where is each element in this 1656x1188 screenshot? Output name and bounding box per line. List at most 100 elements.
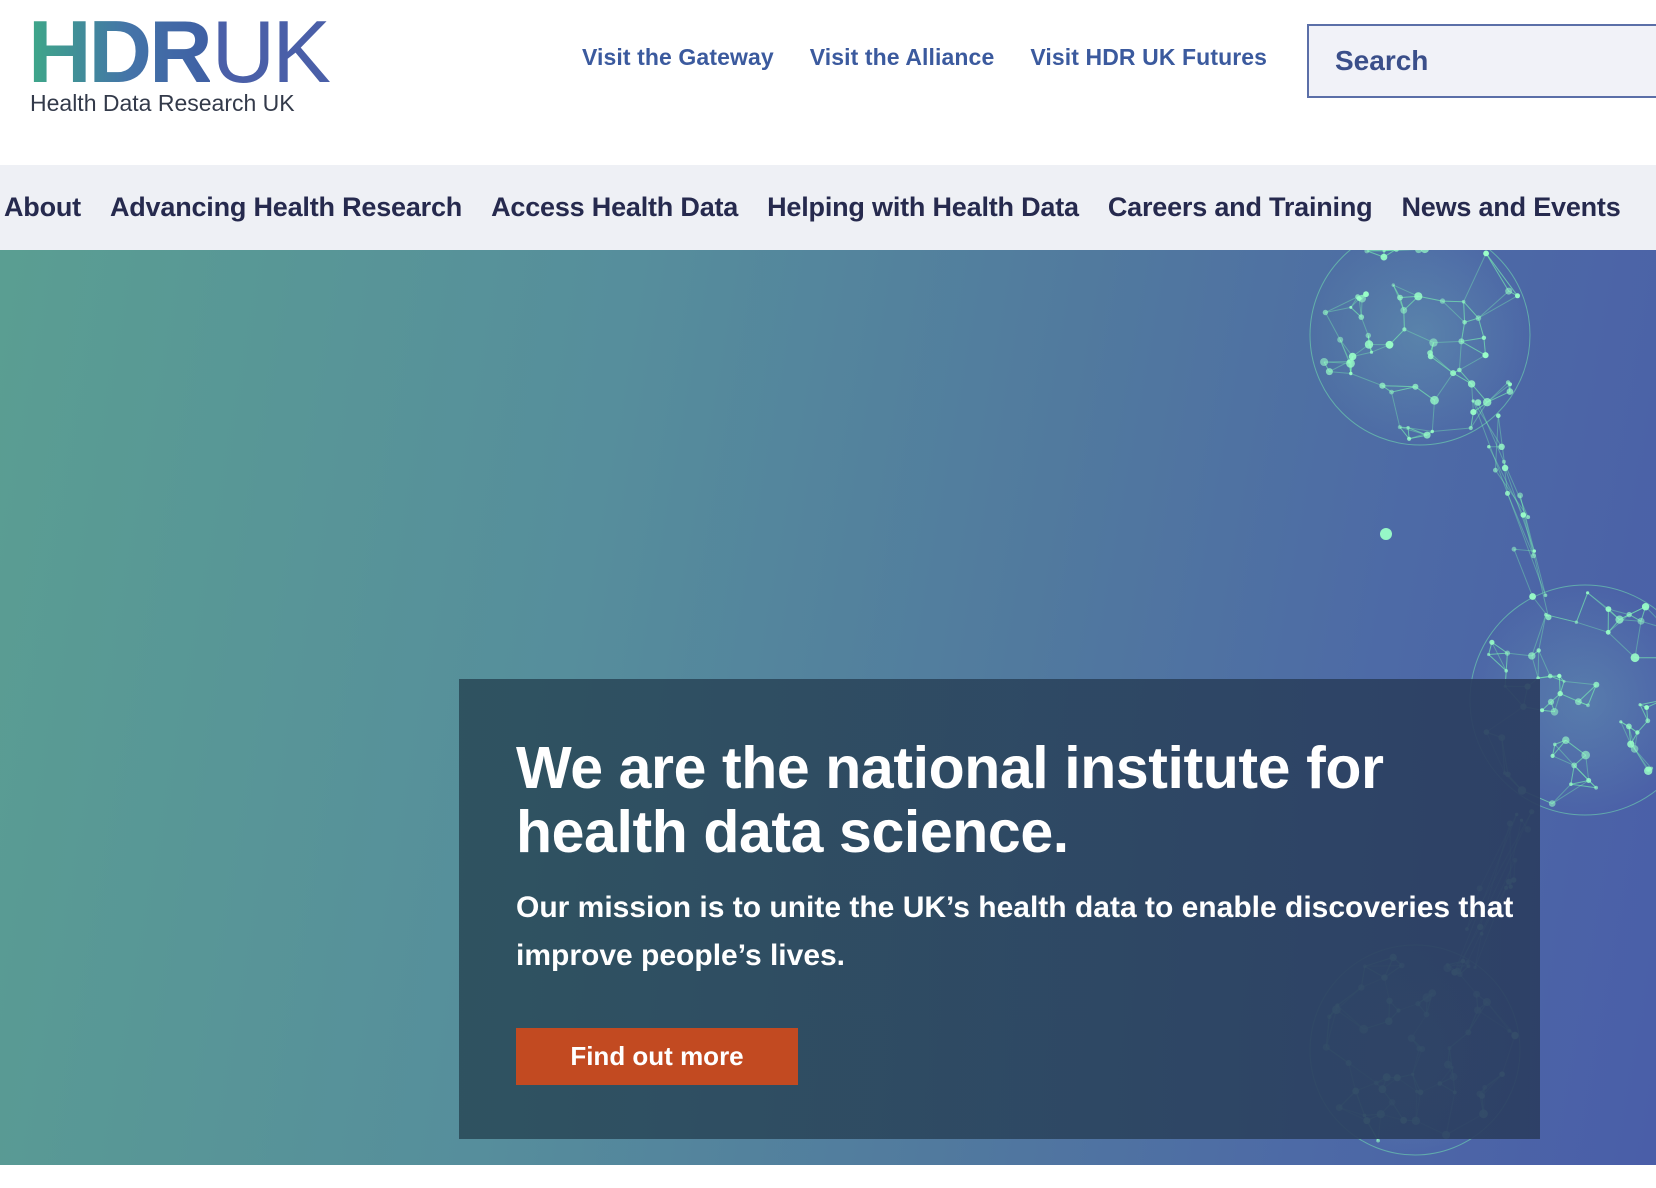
network-node [1553, 742, 1557, 747]
network-node [1402, 327, 1407, 332]
network-node [1457, 367, 1462, 373]
network-node [1348, 352, 1357, 361]
network-node [1557, 690, 1563, 697]
network-node [1458, 338, 1465, 345]
network-node [1430, 429, 1434, 434]
network-node [1505, 287, 1513, 295]
network-node [1430, 395, 1439, 405]
hdruk-logo[interactable]: HDRUK Health Data Research UK [28, 8, 331, 118]
network-node [1427, 350, 1433, 356]
network-node [1355, 294, 1361, 300]
network-node [1475, 315, 1482, 321]
network-node [1511, 546, 1517, 552]
network-node [1543, 593, 1548, 598]
search-box [1307, 24, 1656, 98]
nav-item-careers-and-training[interactable]: Careers and Training [1108, 192, 1373, 223]
network-node [1548, 800, 1556, 807]
network-node [1474, 399, 1482, 406]
network-node [1501, 459, 1506, 464]
network-node [1529, 593, 1536, 600]
network-node [1593, 681, 1600, 688]
network-node [1322, 309, 1329, 316]
network-link [1477, 402, 1529, 518]
logo-hdr-text: HDR [28, 2, 213, 101]
network-link [1442, 300, 1464, 303]
network-node [1467, 380, 1476, 388]
network-link [1537, 650, 1540, 679]
network-node [1450, 370, 1457, 377]
nav-item-helping-with-health-data[interactable]: Helping with Health Data [767, 192, 1079, 223]
network-node [1626, 723, 1632, 730]
network-node [1346, 359, 1355, 368]
network-node [1644, 705, 1649, 710]
main-nav-list: About Advancing Health Research Access H… [4, 165, 1621, 250]
network-node [1641, 603, 1650, 611]
network-node [1379, 382, 1386, 389]
network-node [1423, 431, 1431, 439]
network-node [1615, 615, 1624, 624]
network-node [1489, 639, 1495, 645]
network-node [1407, 436, 1412, 441]
network-node [1363, 291, 1369, 298]
network-node [1389, 389, 1394, 395]
network-node [1414, 292, 1423, 301]
network-node [1487, 445, 1491, 449]
network-node [1470, 409, 1477, 416]
network-node [1483, 398, 1492, 407]
hero-banner: We are the national institute for health… [0, 250, 1656, 1165]
search-input[interactable] [1309, 26, 1656, 96]
network-node [1562, 679, 1566, 683]
network-node [1520, 512, 1527, 518]
nav-item-access-health-data[interactable]: Access Health Data [491, 192, 738, 223]
network-node [1471, 399, 1475, 403]
logo-wordmark: HDRUK [28, 8, 331, 96]
network-node [1349, 305, 1353, 309]
network-node [1569, 782, 1573, 786]
network-node [1429, 338, 1438, 347]
network-node [1481, 335, 1487, 340]
network-node [1364, 340, 1374, 349]
network-node [1550, 708, 1559, 716]
network-node [1439, 298, 1446, 304]
link-visit-alliance[interactable]: Visit the Alliance [810, 44, 995, 71]
network-node [1412, 383, 1419, 390]
nav-item-about[interactable]: About [4, 192, 81, 223]
network-node [1638, 703, 1642, 707]
network-link [1472, 400, 1546, 596]
network-node [1586, 591, 1590, 595]
network-node [1575, 698, 1582, 706]
network-node [1505, 490, 1510, 496]
page-bottom-strip [0, 1165, 1656, 1188]
network-node [1562, 736, 1570, 744]
network-link [1513, 549, 1534, 597]
hero-mission-text: Our mission is to unite the UK’s health … [516, 891, 1514, 972]
network-node [1586, 778, 1592, 783]
network-node [1320, 358, 1329, 366]
network-node [1498, 443, 1505, 450]
network-node [1397, 294, 1403, 301]
nav-item-news-and-events[interactable]: News and Events [1401, 192, 1620, 223]
network-node [1508, 382, 1512, 387]
network-node [1557, 673, 1562, 679]
link-visit-gateway[interactable]: Visit the Gateway [582, 44, 774, 71]
link-visit-futures[interactable]: Visit HDR UK Futures [1030, 44, 1267, 71]
network-node [1483, 250, 1489, 257]
network-node [1594, 785, 1598, 790]
network-node [1461, 299, 1466, 304]
network-node [1365, 332, 1371, 339]
network-node [1581, 750, 1590, 760]
network-link [1504, 467, 1535, 552]
nav-item-advancing-health-research[interactable]: Advancing Health Research [110, 192, 462, 223]
network-node [1376, 1138, 1380, 1143]
network-node [1406, 426, 1410, 430]
network-node [1506, 388, 1514, 395]
find-out-more-button[interactable]: Find out more [516, 1028, 798, 1085]
network-node [1635, 730, 1640, 735]
network-node [1605, 629, 1611, 635]
network-node [1645, 718, 1651, 724]
main-navigation: About Advancing Health Research Access H… [0, 165, 1656, 250]
network-node [1531, 553, 1536, 559]
hero-title: We are the national institute for health… [516, 735, 1384, 865]
logo-subtitle: Health Data Research UK [30, 90, 295, 116]
network-node [1517, 492, 1523, 499]
